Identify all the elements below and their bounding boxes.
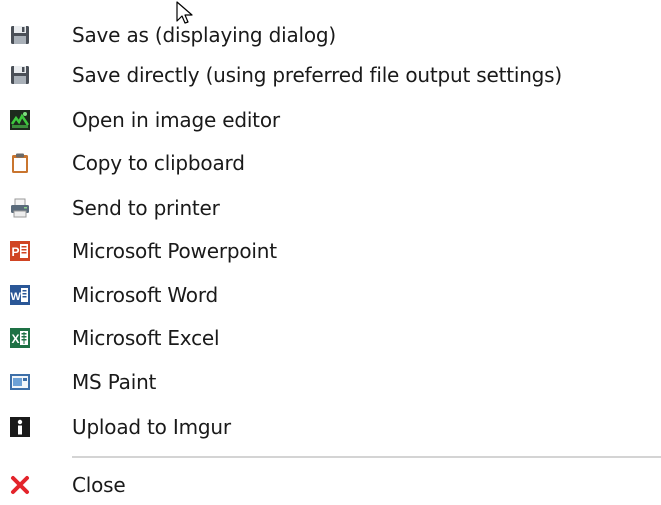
menu-item-excel[interactable]: X Microsoft Excel bbox=[0, 318, 661, 358]
menu-item-label: Microsoft Excel bbox=[72, 326, 220, 350]
imgur-icon bbox=[9, 416, 31, 438]
menu-item-word[interactable]: W Microsoft Word bbox=[0, 275, 661, 315]
close-icon bbox=[9, 474, 31, 496]
floppy-disk-icon bbox=[9, 24, 31, 46]
menu-separator bbox=[72, 456, 661, 458]
menu-item-save-as[interactable]: Save as (displaying dialog) bbox=[0, 15, 661, 55]
svg-text:P: P bbox=[12, 245, 20, 259]
menu-item-ms-paint[interactable]: MS Paint bbox=[0, 362, 661, 402]
context-menu: Save as (displaying dialog) Save directl… bbox=[0, 0, 661, 500]
clipboard-icon bbox=[9, 152, 31, 174]
floppy-disk-icon bbox=[9, 64, 31, 86]
menu-item-label: Send to printer bbox=[72, 196, 220, 220]
paint-icon bbox=[9, 371, 31, 393]
menu-item-save-directly[interactable]: Save directly (using preferred file outp… bbox=[0, 55, 661, 95]
svg-text:X: X bbox=[12, 332, 20, 346]
svg-text:W: W bbox=[11, 291, 22, 303]
mouse-cursor-icon bbox=[175, 1, 203, 29]
word-icon: W bbox=[9, 284, 31, 306]
menu-item-label: Close bbox=[72, 473, 126, 497]
powerpoint-icon: P bbox=[9, 240, 31, 262]
menu-item-copy-clipboard[interactable]: Copy to clipboard bbox=[0, 143, 661, 183]
menu-item-label: Microsoft Powerpoint bbox=[72, 239, 277, 263]
menu-item-send-printer[interactable]: Send to printer bbox=[0, 188, 661, 228]
menu-item-label: Copy to clipboard bbox=[72, 151, 245, 175]
menu-item-label: Microsoft Word bbox=[72, 283, 218, 307]
excel-icon: X bbox=[9, 327, 31, 349]
menu-item-label: MS Paint bbox=[72, 370, 157, 394]
menu-item-powerpoint[interactable]: P Microsoft Powerpoint bbox=[0, 231, 661, 271]
menu-item-label: Upload to Imgur bbox=[72, 415, 231, 439]
menu-item-close[interactable]: Close bbox=[0, 465, 661, 505]
menu-item-label: Open in image editor bbox=[72, 108, 280, 132]
printer-icon bbox=[9, 197, 31, 219]
image-editor-icon bbox=[9, 109, 31, 131]
menu-item-upload-imgur[interactable]: Upload to Imgur bbox=[0, 407, 661, 447]
menu-item-label: Save as (displaying dialog) bbox=[72, 23, 336, 47]
menu-item-label: Save directly (using preferred file outp… bbox=[72, 63, 563, 87]
menu-item-open-image-editor[interactable]: Open in image editor bbox=[0, 100, 661, 140]
